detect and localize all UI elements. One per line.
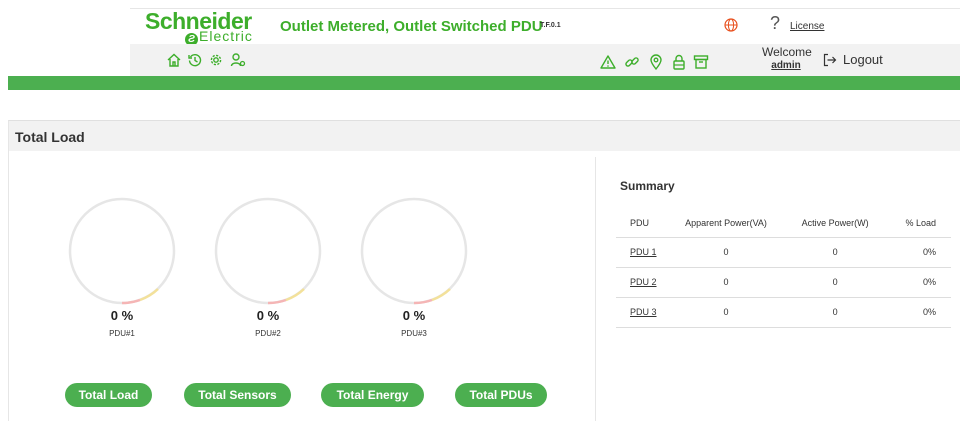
status-band bbox=[8, 76, 960, 90]
active-power-cell: 0 bbox=[786, 237, 885, 268]
load-cell: 0% bbox=[884, 237, 951, 268]
apparent-power-cell: 0 bbox=[666, 237, 787, 268]
pdu-3-gauge[interactable]: 0 % PDU#3 bbox=[359, 196, 469, 338]
license-link[interactable]: License bbox=[790, 21, 824, 32]
logout-icon bbox=[823, 53, 837, 67]
archive-icon[interactable] bbox=[693, 54, 709, 70]
pdu-2-link[interactable]: PDU 2 bbox=[630, 277, 657, 287]
apparent-power-cell: 0 bbox=[666, 267, 787, 298]
active-power-cell: 0 bbox=[786, 267, 885, 298]
load-cell: 0% bbox=[884, 297, 951, 328]
pdu-1-gauge[interactable]: 0 % PDU#1 bbox=[67, 196, 177, 338]
language-globe-icon[interactable] bbox=[724, 18, 738, 32]
history-icon[interactable] bbox=[187, 52, 203, 68]
table-row: PDU 1 0 0 0% bbox=[616, 237, 951, 268]
product-title: Outlet Metered, Outlet Switched PDU bbox=[280, 18, 543, 35]
col-active-power: Active Power(W) bbox=[786, 210, 885, 238]
gauge-ring bbox=[68, 197, 176, 305]
active-power-cell: 0 bbox=[786, 297, 885, 328]
settings-icon[interactable] bbox=[208, 52, 224, 68]
pdu-1-link[interactable]: PDU 1 bbox=[630, 247, 657, 257]
help-icon[interactable]: ? bbox=[770, 14, 780, 32]
logout-button[interactable]: Logout bbox=[823, 52, 883, 67]
user-name-link[interactable]: admin bbox=[762, 59, 810, 72]
apparent-power-cell: 0 bbox=[666, 297, 787, 328]
total-sensors-button[interactable]: Total Sensors bbox=[184, 383, 291, 407]
gauge-ring bbox=[360, 197, 468, 305]
gauge-value: 0 % bbox=[402, 308, 426, 323]
col-apparent-power: Apparent Power(VA) bbox=[666, 210, 787, 238]
logout-label: Logout bbox=[843, 52, 883, 67]
welcome-label: Welcome bbox=[762, 45, 812, 59]
col-load: % Load bbox=[884, 210, 951, 238]
summary-title: Summary bbox=[620, 179, 675, 193]
table-row: PDU 2 0 0 0% bbox=[616, 267, 951, 298]
total-energy-button[interactable]: Total Energy bbox=[321, 383, 424, 407]
panel-divider bbox=[595, 157, 596, 421]
link-icon[interactable] bbox=[624, 54, 640, 70]
total-load-button[interactable]: Total Load bbox=[65, 383, 152, 407]
home-icon[interactable] bbox=[166, 52, 182, 68]
gauge-label: PDU#1 bbox=[109, 329, 135, 338]
gauge-label: PDU#3 bbox=[401, 329, 427, 338]
lock-icon[interactable] bbox=[671, 54, 687, 70]
users-icon[interactable] bbox=[230, 52, 246, 68]
load-cell: 0% bbox=[884, 267, 951, 298]
gauge-ring bbox=[214, 197, 322, 305]
product-version: T.F.0.1 bbox=[540, 22, 561, 29]
gauge-label: PDU#2 bbox=[255, 329, 281, 338]
top-header: Schneider Ƨ Electric Outlet Metered, Outl… bbox=[0, 0, 960, 46]
pdu-3-link[interactable]: PDU 3 bbox=[630, 307, 657, 317]
panel-title: Total Load bbox=[15, 129, 85, 145]
table-row: PDU 3 0 0 0% bbox=[616, 297, 951, 328]
total-pdus-button[interactable]: Total PDUs bbox=[455, 383, 547, 407]
pdu-2-gauge[interactable]: 0 % PDU#2 bbox=[213, 196, 323, 338]
panel-header: Total Load bbox=[9, 121, 960, 151]
brand-logo[interactable]: Schneider Ƨ Electric bbox=[145, 9, 273, 46]
welcome-user: Welcome admin bbox=[762, 45, 812, 72]
gauge-value: 0 % bbox=[256, 308, 280, 323]
location-icon[interactable] bbox=[648, 54, 664, 70]
table-header-row: PDU Apparent Power(VA) Active Power(W) %… bbox=[616, 210, 951, 238]
warning-icon[interactable] bbox=[600, 54, 616, 70]
summary-table: PDU Apparent Power(VA) Active Power(W) %… bbox=[616, 210, 951, 328]
col-pdu: PDU bbox=[616, 210, 666, 238]
header-divider bbox=[130, 8, 960, 9]
gauge-value: 0 % bbox=[110, 308, 134, 323]
